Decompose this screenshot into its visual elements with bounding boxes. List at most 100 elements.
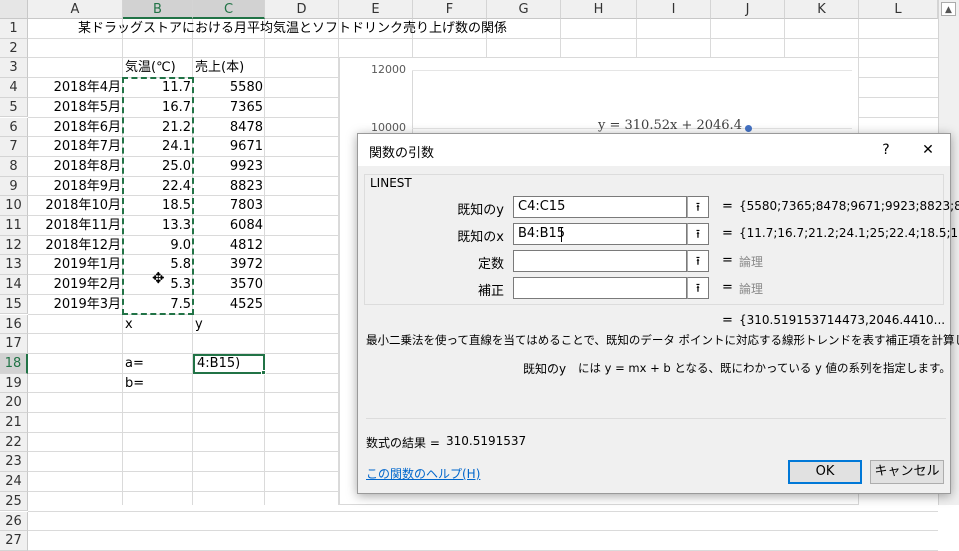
collapse-dialog-icon[interactable]: ⭱ [687, 277, 709, 299]
month-cell[interactable]: 2019年2月 [28, 275, 123, 295]
row-header-27[interactable]: 27 [0, 531, 28, 551]
row-header-16[interactable]: 16 [0, 314, 28, 335]
sales-cell[interactable]: 5580 [193, 78, 265, 98]
row-header-4[interactable]: 4 [0, 78, 28, 98]
active-cell-c18[interactable]: 4:B15) [193, 353, 265, 374]
row-header-21[interactable]: 21 [0, 413, 28, 433]
row-header-23[interactable]: 23 [0, 452, 28, 473]
sales-cell[interactable]: 9923 [193, 157, 265, 177]
row-header-14[interactable]: 14 [0, 275, 28, 295]
overall-result: {310.519153714473,2046.4410... [739, 313, 946, 327]
help-icon[interactable]: ? [876, 140, 896, 160]
column-header-a[interactable]: A [28, 0, 123, 19]
row-header-7[interactable]: 7 [0, 137, 28, 157]
label-y-cell[interactable]: y [193, 315, 265, 335]
cancel-button[interactable]: キャンセル [870, 460, 944, 484]
sales-cell[interactable]: 9671 [193, 137, 265, 157]
column-header-b[interactable]: B [123, 0, 193, 19]
arg-input[interactable] [513, 277, 687, 299]
arg-result: 論理 [739, 255, 764, 269]
sales-cell[interactable]: 7365 [193, 98, 265, 118]
row-header-19[interactable]: 19 [0, 373, 28, 394]
sheet-title-cell[interactable]: 某ドラッグストアにおける月平均気温とソフトドリンク売り上げ数の関係 [28, 19, 509, 39]
row-header-18[interactable]: 18 [0, 353, 28, 374]
arg-label: 定数 [477, 257, 504, 272]
header-temp-cell[interactable]: 気温(℃) [123, 58, 193, 78]
sales-cell[interactable]: 7803 [193, 196, 265, 216]
sales-cell[interactable]: 8478 [193, 118, 265, 138]
row-header-6[interactable]: 6 [0, 117, 28, 138]
function-name-label: LINEST [370, 176, 412, 190]
dialog-divider [366, 418, 946, 419]
collapse-dialog-icon[interactable]: ⭱ [687, 250, 709, 272]
row-header-22[interactable]: 22 [0, 432, 28, 453]
row-header-3[interactable]: 3 [0, 58, 28, 79]
column-header-e[interactable]: E [339, 0, 413, 19]
label-b-cell[interactable]: b= [123, 374, 193, 394]
fill-handle[interactable] [261, 369, 266, 375]
column-header-i[interactable]: I [637, 0, 711, 19]
sales-cell[interactable]: 8823 [193, 177, 265, 197]
formula-result-label: 数式の結果 = [366, 436, 440, 450]
month-cell[interactable]: 2019年1月 [28, 255, 123, 275]
column-header-d[interactable]: D [265, 0, 339, 19]
row-header-26[interactable]: 26 [0, 511, 28, 532]
close-icon[interactable]: ✕ [918, 140, 938, 160]
arg-result: {5580;7365;8478;9671;9923;8823;88... [739, 199, 959, 213]
sales-cell[interactable]: 4812 [193, 236, 265, 256]
sales-cell[interactable]: 6084 [193, 216, 265, 236]
dialog-titlebar[interactable] [358, 134, 950, 166]
row-header-9[interactable]: 9 [0, 176, 28, 197]
month-cell[interactable]: 2018年7月 [28, 137, 123, 157]
month-cell[interactable]: 2018年12月 [28, 236, 123, 256]
arg-equals: = [722, 199, 733, 214]
month-cell[interactable]: 2018年9月 [28, 177, 123, 197]
month-cell[interactable]: 2018年11月 [28, 216, 123, 236]
ok-button[interactable]: OK [788, 460, 862, 484]
arg-input[interactable]: B4:B15 [513, 223, 687, 245]
label-x-cell[interactable]: x [123, 315, 193, 335]
row-header-17[interactable]: 17 [0, 334, 28, 354]
select-all-corner[interactable] [0, 0, 28, 19]
row-header-13[interactable]: 13 [0, 255, 28, 276]
row-header-2[interactable]: 2 [0, 38, 28, 59]
arg-input[interactable]: C4:C15 [513, 196, 687, 218]
collapse-dialog-icon[interactable]: ⭱ [687, 196, 709, 218]
month-cell[interactable]: 2018年10月 [28, 196, 123, 216]
arg-input[interactable] [513, 250, 687, 272]
row-header-10[interactable]: 10 [0, 196, 28, 216]
sales-cell[interactable]: 3570 [193, 275, 265, 295]
row-header-1[interactable]: 1 [0, 19, 28, 39]
header-sales-cell[interactable]: 売上(本) [193, 58, 265, 78]
gridline [28, 530, 938, 532]
row-header-25[interactable]: 25 [0, 491, 28, 512]
arg-equals: = [722, 226, 733, 241]
arg-equals: = [722, 280, 733, 295]
column-header-k[interactable]: K [785, 0, 859, 19]
row-header-5[interactable]: 5 [0, 97, 28, 118]
sales-cell[interactable]: 3972 [193, 255, 265, 275]
column-header-c[interactable]: C [193, 0, 265, 19]
row-header-11[interactable]: 11 [0, 216, 28, 236]
scroll-up-button[interactable]: ▲ [941, 2, 956, 16]
collapse-dialog-icon[interactable]: ⭱ [687, 223, 709, 245]
column-header-g[interactable]: G [487, 0, 561, 19]
row-header-20[interactable]: 20 [0, 393, 28, 413]
row-header-8[interactable]: 8 [0, 156, 28, 177]
month-cell[interactable]: 2018年8月 [28, 157, 123, 177]
month-cell[interactable]: 2019年3月 [28, 295, 123, 315]
column-header-j[interactable]: J [711, 0, 785, 19]
month-cell[interactable]: 2018年4月 [28, 78, 123, 98]
label-a-cell[interactable]: a= [123, 354, 193, 374]
month-cell[interactable]: 2018年5月 [28, 98, 123, 118]
help-link[interactable]: この関数のヘルプ(H) [366, 465, 480, 482]
row-header-15[interactable]: 15 [0, 294, 28, 315]
column-header-f[interactable]: F [413, 0, 487, 19]
sales-cell[interactable]: 4525 [193, 295, 265, 315]
row-header-24[interactable]: 24 [0, 472, 28, 492]
row-header-12[interactable]: 12 [0, 235, 28, 256]
column-header-h[interactable]: H [561, 0, 637, 19]
arg-description-text: には y = mx + b となる、既にわかっている y 値の系列を指定します。 [578, 361, 951, 375]
column-header-l[interactable]: L [859, 0, 938, 19]
month-cell[interactable]: 2018年6月 [28, 118, 123, 138]
